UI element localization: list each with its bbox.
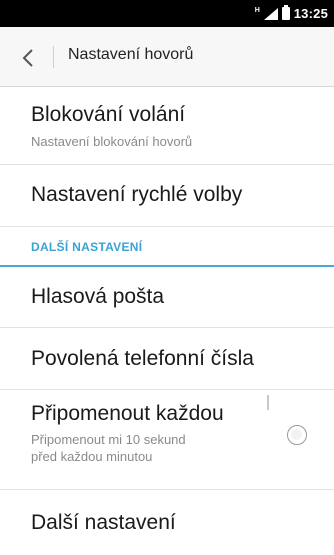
section-header-label: DALŠÍ NASTAVENÍ: [31, 240, 143, 254]
list-item-call-blocking[interactable]: Blokování volání Nastavení blokování hov…: [0, 88, 334, 165]
list-item-label: Blokování volání: [31, 103, 186, 126]
list-item-label: Nastavení rychlé volby: [31, 183, 243, 206]
action-bar-divider: [53, 46, 54, 68]
scrollbar[interactable]: [267, 395, 269, 410]
list-item-speed-dial[interactable]: Nastavení rychlé volby: [0, 165, 334, 227]
action-bar: Nastavení hovorů: [0, 27, 334, 87]
list-item-minute-reminder[interactable]: Připomenout každou Připomenout mi 10 sek…: [0, 390, 334, 490]
battery-icon: [281, 5, 290, 20]
list-item-label: Povolená telefonní čísla: [31, 347, 254, 370]
list-item-voicemail[interactable]: Hlasová pošta: [0, 267, 334, 328]
list-item-fixed-dialing[interactable]: Povolená telefonní čísla: [0, 328, 334, 390]
chevron-left-icon: [22, 49, 33, 67]
network-type-label: H: [254, 7, 260, 14]
minute-reminder-checkbox[interactable]: [287, 425, 307, 445]
list-item-label: Připomenout každou: [31, 402, 224, 425]
list-item-label: Hlasová pošta: [31, 285, 165, 308]
status-clock: 13:25: [293, 6, 328, 21]
list-item-label: Další nastavení: [31, 511, 176, 534]
list-item-summary: Nastavení blokování hovorů: [31, 134, 193, 149]
list-item-summary-line2: před každou minutou: [31, 449, 153, 464]
page-title: Nastavení hovorů: [68, 46, 194, 63]
signal-icon: [263, 7, 278, 20]
back-button[interactable]: [14, 44, 42, 72]
list-item-more-settings[interactable]: Další nastavení: [0, 490, 334, 555]
list-item-summary-line1: Připomenout mi 10 sekund: [31, 432, 186, 447]
section-header: DALŠÍ NASTAVENÍ: [0, 227, 334, 267]
status-icons: H 13:25: [255, 4, 328, 23]
status-bar: H 13:25: [0, 0, 334, 27]
